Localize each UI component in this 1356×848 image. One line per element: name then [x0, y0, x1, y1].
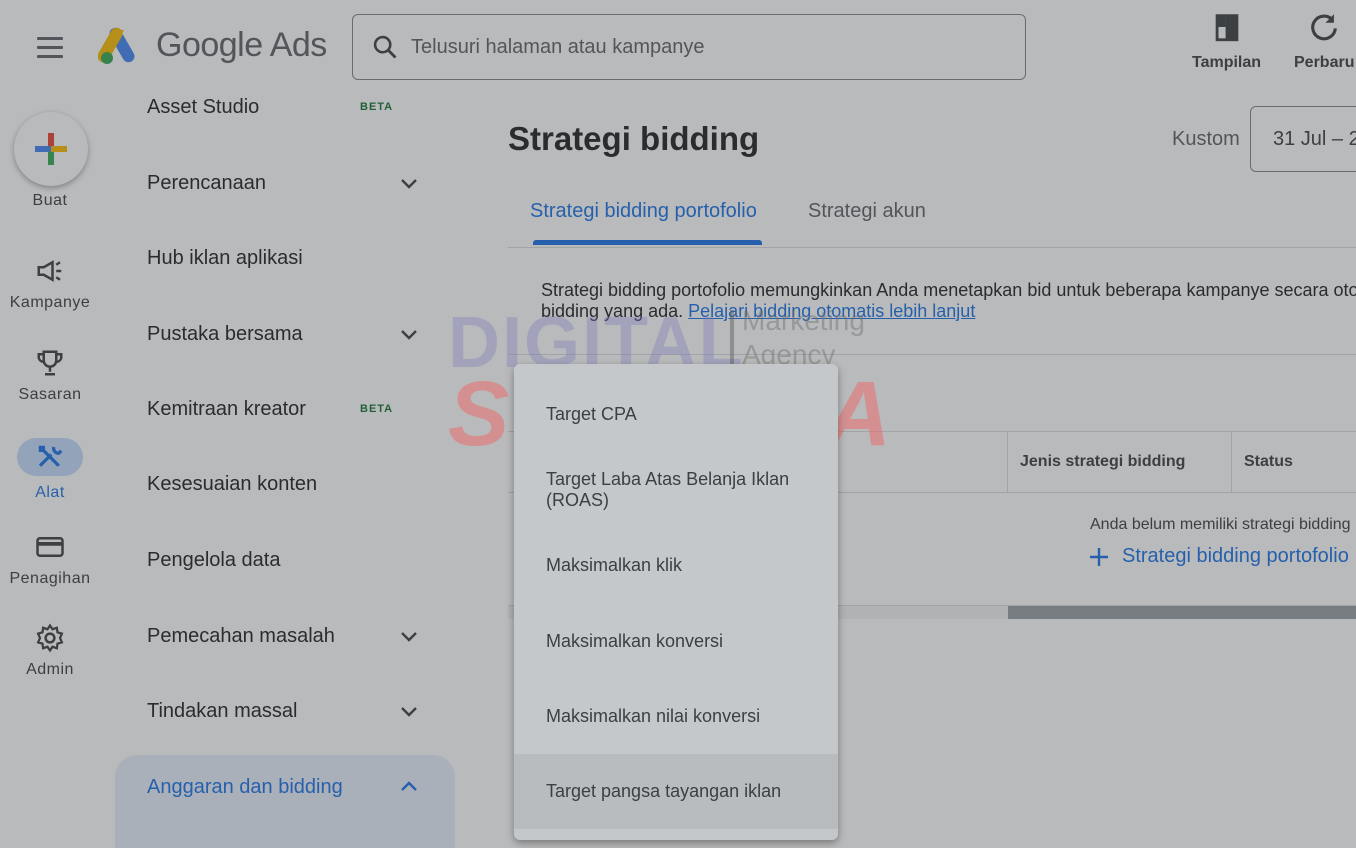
refresh-label: Perbaru [1294, 54, 1355, 71]
rail-item-admin[interactable]: Admin [0, 623, 100, 679]
add-portfolio-strategy-button[interactable]: Strategi bidding portofolio [1088, 545, 1349, 568]
nav-item-label: Perencanaan [147, 171, 266, 194]
description-line2-wrap: bidding yang ada. Pelajari bidding otoma… [541, 301, 1356, 322]
rail-item-penagihan[interactable]: Penagihan [0, 532, 100, 588]
search-input[interactable] [411, 35, 991, 59]
nav-item-kemitraan-kreator[interactable]: Kemitraan kreator BETA [147, 379, 477, 439]
credit-card-icon [36, 537, 64, 557]
tab-account-strategies[interactable]: Strategi akun [808, 200, 926, 223]
nav-item-pustaka-bersama[interactable]: Pustaka bersama [147, 304, 477, 364]
bidding-strategy-type-menu: Target CPA Target Laba Atas Belanja Ikla… [514, 364, 838, 840]
refresh-button[interactable]: Perbaru [1294, 10, 1354, 72]
tools-icon [38, 445, 63, 467]
rail-label: Kampanye [9, 294, 91, 311]
column-header-strategy-type[interactable]: Jenis strategi bidding [1007, 432, 1231, 492]
trophy-icon [37, 350, 63, 376]
view-button[interactable]: Tampilan [1192, 10, 1261, 72]
nav-item-label: Asset Studio [147, 95, 260, 118]
hamburger-line [37, 45, 63, 49]
date-range-value: 31 Jul – 2 [1273, 127, 1356, 150]
tools-nav-panel: Asset Studio BETA Perencanaan Hub iklan … [100, 70, 480, 848]
nav-item-label: Kesesuaian konten [147, 472, 318, 495]
view-icon [1215, 14, 1238, 42]
page-title: Strategi bidding [508, 120, 760, 157]
create-label: Buat [32, 192, 68, 209]
rail-label: Sasaran [18, 386, 82, 403]
nav-item-label: Pengelola data [147, 548, 281, 571]
nav-item-tindakan-massal[interactable]: Tindakan massal [147, 681, 477, 741]
chevron-down-icon [401, 632, 417, 642]
date-range-label: Kustom [1172, 128, 1240, 150]
chevron-down-icon [401, 179, 417, 189]
add-strategy-label: Strategi bidding portofolio [1122, 545, 1349, 567]
empty-state-message: Anda belum memiliki strategi bidding [1090, 516, 1351, 533]
menu-item-target-impression-share[interactable]: Target pangsa tayangan iklan [514, 754, 838, 829]
nav-item-label: Pustaka bersama [147, 322, 303, 345]
date-range-picker[interactable]: 31 Jul – 2 [1250, 106, 1356, 172]
google-ads-logo-icon [98, 27, 135, 64]
nav-item-label: Pemecahan masalah [147, 624, 335, 647]
chevron-down-icon [401, 707, 417, 717]
plus-icon [35, 133, 67, 165]
main-menu-button[interactable] [28, 30, 72, 64]
rail-label: Admin [26, 661, 74, 678]
tab-bar: Strategi bidding portofolio Strategi aku… [508, 188, 1356, 248]
nav-item-anggaran-dan-bidding[interactable]: Anggaran dan bidding [147, 757, 477, 817]
plus-icon [1090, 547, 1108, 566]
menu-item-maximize-conversions[interactable]: Maksimalkan konversi [514, 611, 838, 671]
nav-item-label: Anggaran dan bidding [147, 775, 343, 798]
rail-item-create-label-wrap: Buat [0, 192, 100, 210]
nav-item-label: Tindakan massal [147, 699, 298, 722]
menu-item-maximize-conversion-value[interactable]: Maksimalkan nilai konversi [514, 686, 838, 746]
scrollbar-thumb[interactable] [1008, 606, 1356, 619]
logo-text: Google Ads [156, 25, 327, 64]
rail-label: Penagihan [9, 570, 91, 587]
left-rail: Buat Kampanye Sasaran Alat Penagihan Adm… [0, 92, 100, 848]
chevron-up-icon [401, 781, 417, 791]
description-line2: bidding yang ada. [541, 301, 684, 321]
active-pill [17, 438, 83, 476]
nav-item-asset-studio[interactable]: Asset Studio BETA [147, 77, 477, 137]
nav-item-hub-iklan-aplikasi[interactable]: Hub iklan aplikasi [147, 228, 477, 288]
refresh-icon [1311, 14, 1338, 41]
chevron-down-icon [401, 330, 417, 340]
active-tab-indicator [533, 240, 762, 245]
create-button[interactable] [14, 112, 88, 186]
menu-item-target-cpa[interactable]: Target CPA [514, 384, 838, 444]
description-line1: Strategi bidding portofolio memungkinkan… [541, 280, 1356, 300]
beta-badge: BETA [360, 101, 394, 113]
learn-more-link[interactable]: Pelajari bidding otomatis lebih lanjut [688, 301, 975, 321]
rail-label: Alat [35, 484, 65, 501]
tab-portfolio-strategies[interactable]: Strategi bidding portofolio [530, 200, 757, 223]
nav-item-pemecahan-masalah[interactable]: Pemecahan masalah [147, 606, 477, 666]
nav-item-pengelola-data[interactable]: Pengelola data [147, 530, 477, 590]
rail-item-sasaran[interactable]: Sasaran [0, 348, 100, 404]
menu-item-target-roas[interactable]: Target Laba Atas Belanja Iklan (ROAS) [514, 460, 838, 520]
megaphone-icon [37, 260, 62, 282]
nav-item-label: Kemitraan kreator [147, 397, 306, 420]
nav-item-perencanaan[interactable]: Perencanaan [147, 153, 477, 213]
hamburger-line [37, 54, 63, 58]
description: Strategi bidding portofolio memungkinkan… [541, 280, 1356, 322]
menu-item-maximize-clicks[interactable]: Maksimalkan klik [514, 535, 838, 595]
nav-item-kesesuaian-konten[interactable]: Kesesuaian konten [147, 454, 477, 514]
rail-item-alat[interactable]: Alat [0, 438, 100, 502]
hamburger-line [37, 36, 63, 40]
google-ads-logo[interactable]: Google Ads [98, 24, 327, 66]
gear-icon [36, 623, 64, 653]
beta-badge: BETA [360, 403, 394, 415]
search-icon [373, 35, 397, 59]
rail-item-kampanye[interactable]: Kampanye [0, 256, 100, 312]
column-header-status[interactable]: Status [1231, 432, 1356, 492]
nav-item-label: Hub iklan aplikasi [147, 246, 303, 269]
view-label: Tampilan [1192, 54, 1262, 71]
